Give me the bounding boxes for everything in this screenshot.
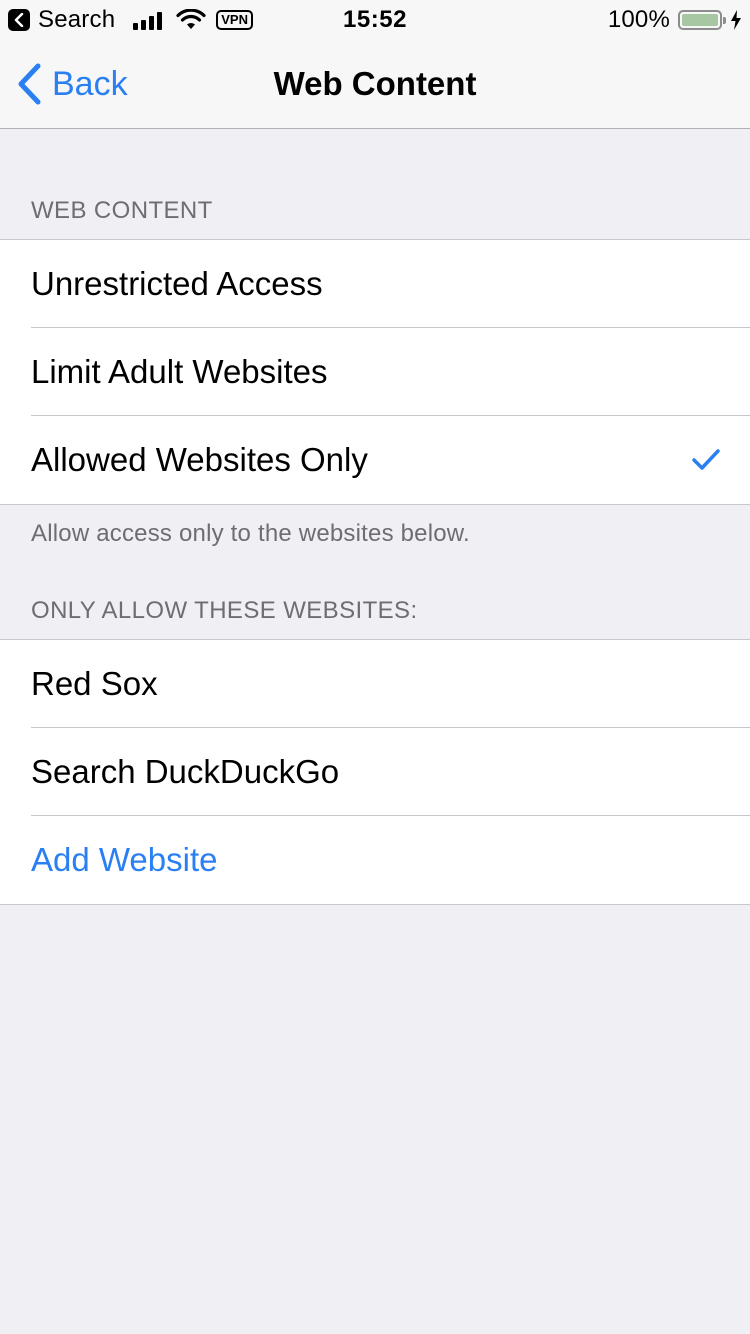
status-bar: Search VPN 15:52 100% bbox=[0, 0, 750, 40]
option-allowed-websites-only[interactable]: Allowed Websites Only bbox=[0, 415, 750, 504]
checkmark-icon bbox=[692, 449, 720, 470]
allowed-websites-list: Red Sox Search DuckDuckGo Add Website bbox=[0, 639, 750, 905]
section-header-allowed-websites: ONLY ALLOW THESE WEBSITES: bbox=[31, 597, 418, 624]
website-label: Red Sox bbox=[31, 665, 158, 702]
option-label: Allowed Websites Only bbox=[31, 441, 368, 478]
web-content-options: Unrestricted Access Limit Adult Websites… bbox=[0, 239, 750, 505]
option-limit-adult-websites[interactable]: Limit Adult Websites bbox=[0, 327, 750, 416]
section-footer-note: Allow access only to the websites below. bbox=[31, 520, 470, 547]
navigation-bar: Back Web Content bbox=[0, 40, 750, 129]
option-label: Limit Adult Websites bbox=[31, 353, 328, 390]
add-website-button[interactable]: Add Website bbox=[0, 815, 750, 904]
option-label: Unrestricted Access bbox=[31, 265, 323, 302]
option-unrestricted-access[interactable]: Unrestricted Access bbox=[0, 240, 750, 328]
battery-icon bbox=[678, 10, 726, 30]
page-title: Web Content bbox=[273, 65, 477, 102]
battery-percent: 100% bbox=[607, 6, 670, 33]
charging-bolt-icon bbox=[731, 10, 741, 30]
website-item-red-sox[interactable]: Red Sox bbox=[0, 640, 750, 728]
section-header-web-content: WEB CONTENT bbox=[31, 197, 213, 224]
website-item-search-duckduckgo[interactable]: Search DuckDuckGo bbox=[0, 727, 750, 816]
add-website-label: Add Website bbox=[31, 841, 218, 878]
website-label: Search DuckDuckGo bbox=[31, 753, 340, 790]
